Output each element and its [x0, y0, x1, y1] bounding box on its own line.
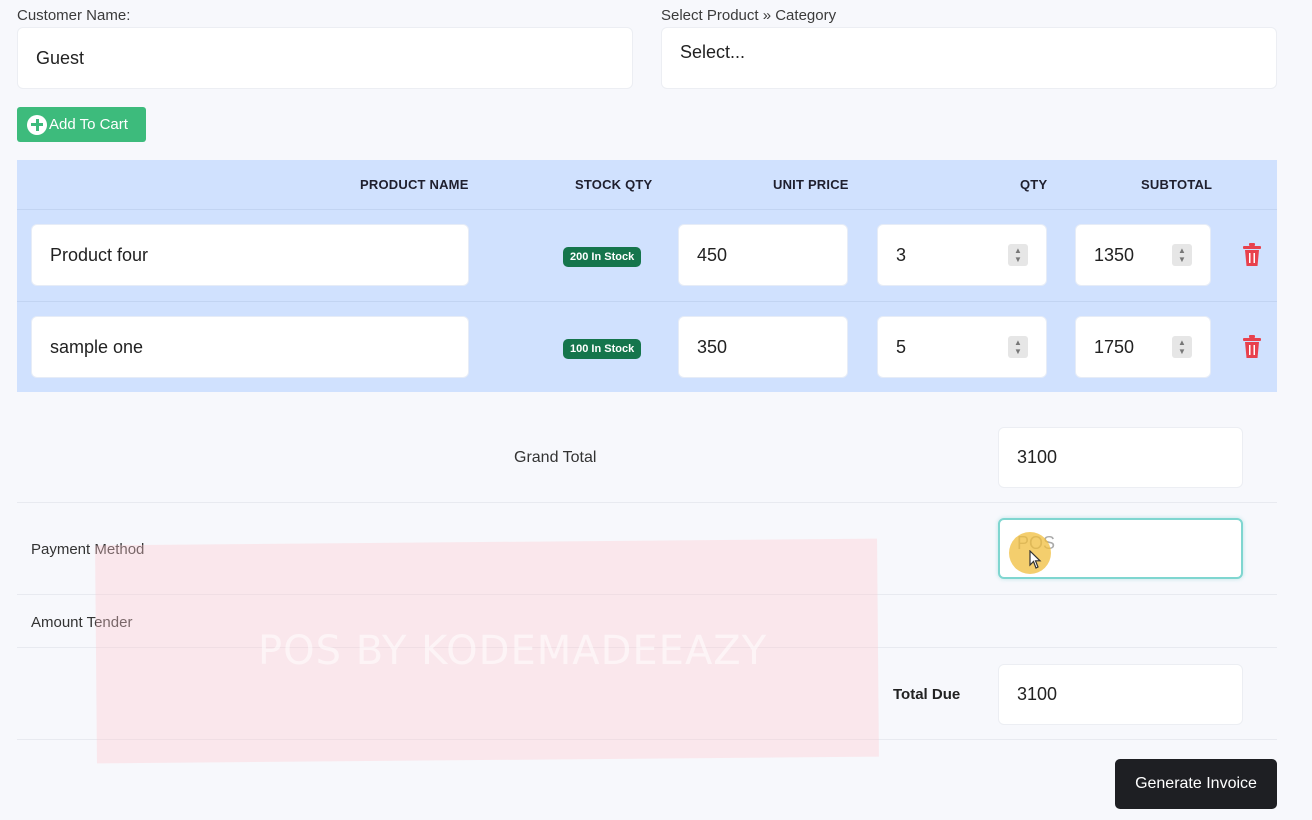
- header-qty: QTY: [1020, 177, 1048, 192]
- row-1-stock-badge: 200 In Stock: [563, 247, 642, 267]
- row-1-qty-spinner-icon[interactable]: ▲ ▼: [1008, 244, 1028, 266]
- total-due-field[interactable]: 3100: [998, 664, 1243, 725]
- customer-name-label: Customer Name:: [17, 7, 131, 24]
- row-2-product-name-input[interactable]: sample one: [31, 316, 469, 378]
- mouse-pointer-icon: [1029, 550, 1042, 569]
- grand-total-field[interactable]: 3100: [998, 427, 1243, 488]
- header-unit-price: UNIT PRICE: [773, 177, 849, 192]
- row-1-trash-icon[interactable]: [1242, 243, 1262, 267]
- row-2-unit-price-input[interactable]: 350: [678, 316, 848, 378]
- plus-circle-icon: [27, 114, 47, 135]
- product-select-label: Select Product » Category: [661, 7, 837, 24]
- product-select-dropdown[interactable]: Select...: [661, 27, 1277, 89]
- cart-table-header: PRODUCT NAME STOCK QTY UNIT PRICE QTY SU…: [17, 160, 1277, 210]
- row-1-product-name-input[interactable]: Product four: [31, 224, 469, 286]
- watermark-text: POS BY KODEMADEEAZY: [258, 628, 768, 674]
- grand-total-label: Grand Total: [514, 449, 597, 466]
- customer-name-input[interactable]: Guest: [17, 27, 633, 89]
- row-1-subtotal-value: 1350: [1094, 244, 1135, 265]
- cart-table: PRODUCT NAME STOCK QTY UNIT PRICE QTY SU…: [17, 160, 1277, 392]
- row-separator: [17, 301, 1277, 302]
- row-1-unit-price-input[interactable]: 450: [678, 224, 848, 286]
- row-2-qty-input[interactable]: 5 ▲ ▼: [877, 316, 1047, 378]
- row-2-qty-spinner-icon[interactable]: ▲ ▼: [1008, 336, 1028, 358]
- row-2-trash-icon[interactable]: [1242, 335, 1262, 359]
- row-1-subtotal-input[interactable]: 1350 ▲ ▼: [1075, 224, 1211, 286]
- row-1-qty-value: 3: [896, 244, 907, 265]
- row-2-qty-value: 5: [896, 336, 907, 357]
- header-stock-qty: STOCK QTY: [575, 177, 653, 192]
- row-1-qty-input[interactable]: 3 ▲ ▼: [877, 224, 1047, 286]
- header-product-name: PRODUCT NAME: [360, 177, 469, 192]
- generate-invoice-button[interactable]: Generate Invoice: [1115, 759, 1277, 809]
- total-due-label: Total Due: [893, 686, 961, 703]
- add-to-cart-button[interactable]: Add To Cart: [17, 107, 146, 142]
- add-to-cart-label: Add To Cart: [49, 116, 128, 133]
- row-2-subtotal-value: 1750: [1094, 336, 1135, 357]
- summary-divider: [17, 502, 1277, 503]
- header-subtotal: SUBTOTAL: [1141, 177, 1213, 192]
- row-2-subtotal-input[interactable]: 1750 ▲ ▼: [1075, 316, 1211, 378]
- row-2-stock-badge: 100 In Stock: [563, 339, 642, 359]
- row-2-subtotal-spinner-icon[interactable]: ▲ ▼: [1172, 336, 1192, 358]
- row-1-subtotal-spinner-icon[interactable]: ▲ ▼: [1172, 244, 1192, 266]
